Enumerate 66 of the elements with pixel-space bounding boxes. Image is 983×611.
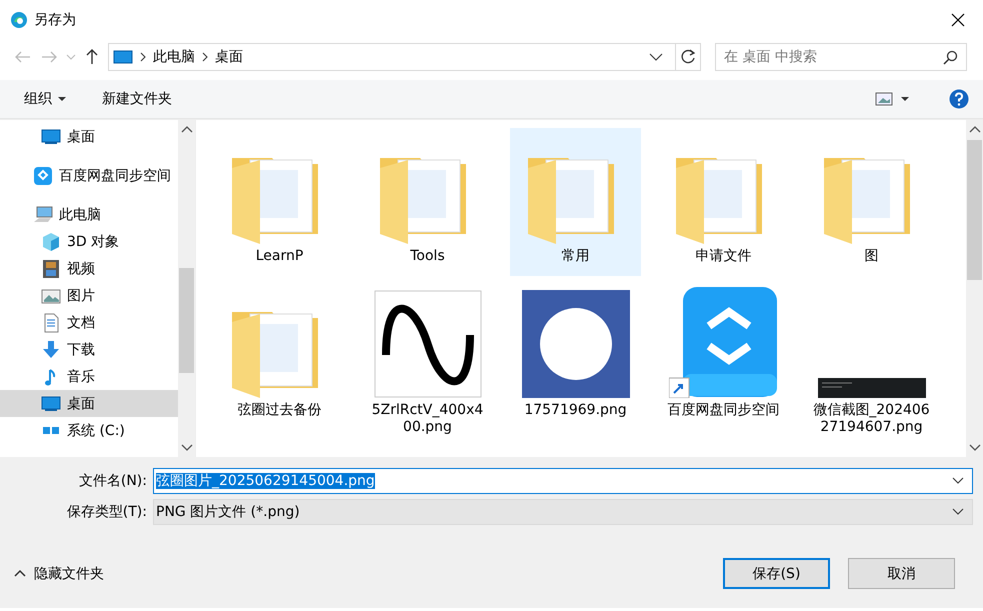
film-icon	[41, 258, 61, 278]
file-name-field[interactable]: 弦圈图片_20250629145004.png	[153, 468, 973, 494]
breadcrumb[interactable]: 此电脑	[153, 48, 195, 66]
help-icon[interactable]	[949, 89, 969, 109]
view-options-icon[interactable]	[875, 92, 911, 106]
download-arrow-icon	[41, 340, 61, 359]
file-item[interactable]: 图	[806, 128, 937, 276]
file-item[interactable]: 17571969.png	[510, 282, 641, 458]
nav-item[interactable]: 图片	[0, 282, 178, 309]
dialog-button[interactable]: 保存(S)	[723, 558, 830, 589]
file-item[interactable]: 微信截图_20240627194607.png	[806, 282, 937, 458]
file-type-dropdown[interactable]: PNG 图片文件 (*.png)	[153, 498, 973, 524]
cube-icon	[41, 232, 61, 252]
nav-item[interactable]: 桌面	[0, 123, 178, 150]
chevron-down-icon	[952, 508, 964, 515]
chevron-down-icon	[180, 444, 192, 451]
field-label: 文件名(N):	[78, 472, 148, 490]
hide-folders-link[interactable]: 隐藏文件夹	[34, 564, 104, 582]
dialog-button[interactable]: 取消	[848, 558, 955, 589]
window-title: 另存为	[34, 11, 77, 29]
nav-item[interactable]: 3D 对象	[0, 228, 178, 255]
chevron-up-icon	[180, 126, 192, 133]
nav-item[interactable]: 百度网盘同步空间	[0, 162, 178, 189]
file-item[interactable]: 常用	[510, 128, 641, 276]
nav-item[interactable]: 文档	[0, 309, 178, 336]
file-item[interactable]: 申请文件	[658, 128, 789, 276]
file-item[interactable]: LearnP	[214, 128, 345, 276]
file-item[interactable]: 弦圈过去备份	[214, 282, 345, 458]
picture-icon	[41, 286, 61, 304]
desktop-icon	[41, 395, 61, 412]
sidebar-scrollbar[interactable]	[178, 120, 195, 457]
desktop-icon	[41, 128, 61, 145]
file-list-scrollbar[interactable]	[966, 120, 983, 457]
new-folder-button[interactable]: 新建文件夹	[102, 86, 172, 112]
caret-icon	[58, 96, 66, 102]
nav-item[interactable]: 视频	[0, 255, 178, 282]
computer-icon	[33, 206, 53, 223]
chevron-up-icon	[968, 126, 980, 133]
chevron-down-icon	[968, 444, 980, 451]
organize-menu-button[interactable]: 组织	[24, 86, 66, 112]
nav-item[interactable]: 此电脑	[0, 201, 178, 228]
chevron-right-icon	[139, 52, 147, 62]
search-field[interactable]: 在 桌面 中搜索	[715, 43, 967, 71]
field-label: 保存类型(T):	[66, 502, 148, 520]
chevron-down-icon	[649, 52, 663, 62]
up-arrow-icon[interactable]	[84, 48, 100, 66]
windows-drive-icon	[41, 425, 61, 436]
file-item[interactable]: Tools	[362, 128, 493, 276]
drive-shortcut-icon	[668, 286, 778, 398]
browser-logo-icon	[10, 11, 28, 29]
search-icon	[943, 50, 958, 65]
file-item[interactable]: 百度网盘同步空间	[658, 282, 789, 458]
nav-item[interactable]: 音乐	[0, 363, 178, 390]
file-item[interactable]: 5ZrlRctV_400x400.png	[362, 282, 493, 458]
close-icon[interactable]	[950, 12, 966, 28]
nav-item[interactable]: 下载	[0, 336, 178, 363]
nav-item[interactable]: 系统 (C:)	[0, 417, 178, 444]
nav-item[interactable]: 桌面	[0, 390, 178, 417]
chevron-up-icon	[14, 569, 26, 578]
cloud-drive-icon	[33, 166, 53, 186]
computer-icon	[113, 49, 133, 65]
chevron-down-icon	[952, 477, 964, 484]
address-bar[interactable]: 此电脑 桌面	[108, 43, 701, 71]
refresh-icon[interactable]	[680, 49, 696, 65]
chevron-right-icon	[201, 52, 209, 62]
breadcrumb[interactable]: 桌面	[215, 48, 243, 66]
